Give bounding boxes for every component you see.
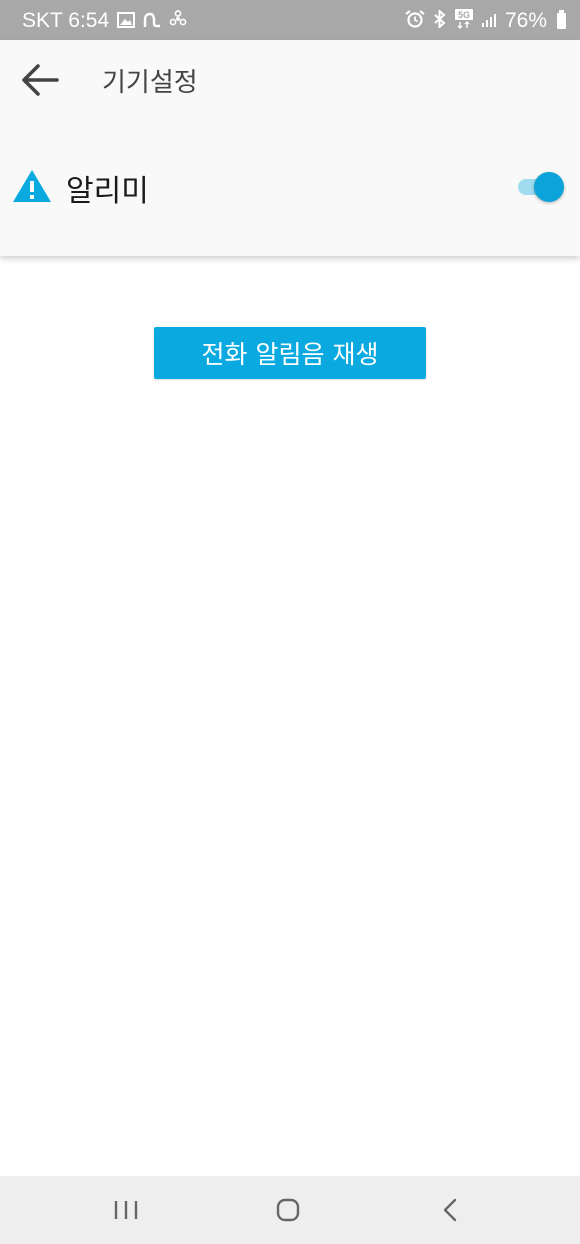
back-button[interactable] xyxy=(18,58,62,102)
recent-apps-icon xyxy=(114,1201,138,1219)
play-ring-sound-button[interactable]: 전화 알림음 재생 xyxy=(154,327,426,379)
bluetooth-icon xyxy=(433,8,447,32)
status-left: SKT 6:54 xyxy=(22,9,187,33)
settings-header-card: 기기설정 알리미 xyxy=(0,40,580,256)
alarm-setting-row: 알리미 xyxy=(0,160,580,214)
carrier-time: SKT 6:54 xyxy=(22,9,110,32)
battery-icon xyxy=(557,10,566,29)
alarm-label: 알리미 xyxy=(66,174,149,209)
fan-icon xyxy=(169,10,187,32)
signal-wave-icon xyxy=(143,11,161,32)
back-arrow-icon xyxy=(22,64,59,96)
back-icon xyxy=(443,1198,457,1222)
alarm-toggle[interactable] xyxy=(518,170,564,202)
battery-percent: 76% xyxy=(504,9,547,32)
image-icon xyxy=(117,11,136,32)
home-icon xyxy=(276,1198,300,1222)
nav-back-button[interactable] xyxy=(420,1190,480,1230)
status-bar: SKT 6:54 5G 76% xyxy=(0,0,580,40)
home-button[interactable] xyxy=(258,1190,318,1230)
toggle-knob xyxy=(534,172,564,202)
warning-icon xyxy=(13,170,51,202)
page-title: 기기설정 xyxy=(102,68,198,98)
navigation-bar xyxy=(0,1176,580,1244)
status-right: 5G 76% xyxy=(405,8,566,33)
recent-apps-button[interactable] xyxy=(96,1190,156,1230)
signal-bars-icon xyxy=(481,11,497,32)
5g-text: 5G xyxy=(458,10,470,20)
screen: SKT 6:54 5G 76% 기기설정 알리미 전화 알림음 재생 xyxy=(0,0,580,1244)
alarm-clock-icon xyxy=(405,10,425,32)
5g-icon: 5G xyxy=(454,9,473,33)
